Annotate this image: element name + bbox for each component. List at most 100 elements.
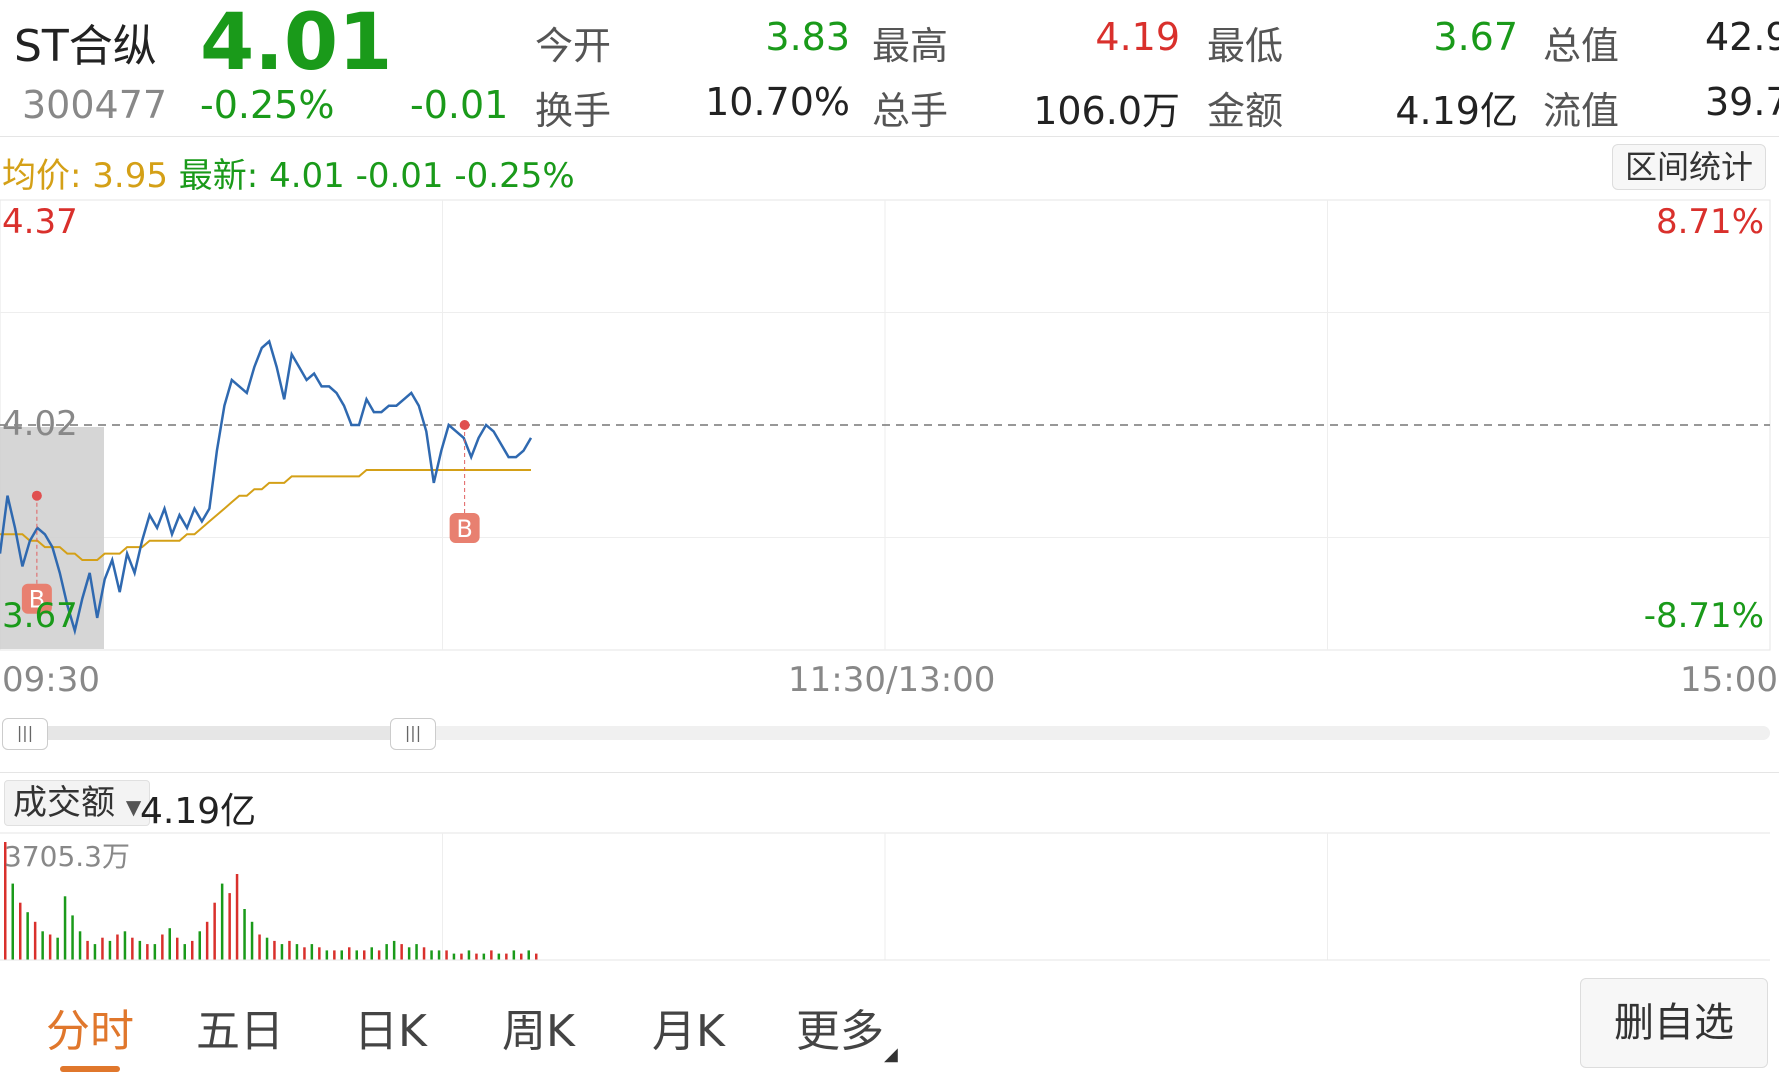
tab-more-label: 更多 bbox=[796, 1006, 884, 1057]
tab-five-day[interactable]: 五日 bbox=[196, 995, 284, 1059]
stat-value-total-hands: 106.0万 bbox=[1033, 89, 1180, 133]
volume-bar bbox=[348, 947, 351, 960]
volume-bar bbox=[243, 909, 246, 960]
volume-bar bbox=[41, 931, 44, 960]
x-start-label: 09:30 bbox=[2, 660, 100, 700]
avg-price-info: 均价: 3.95 最新: 4.01 -0.01 -0.25% bbox=[2, 148, 575, 197]
volume-bar bbox=[71, 915, 74, 960]
stat-label-float-value: 流值 bbox=[1543, 89, 1620, 133]
volume-bar bbox=[355, 950, 358, 960]
volume-bar bbox=[512, 950, 516, 960]
volume-bar bbox=[176, 937, 179, 960]
volume-bar bbox=[400, 944, 403, 960]
volume-bar bbox=[205, 921, 209, 960]
range-slider-left-handle[interactable]: ||| bbox=[2, 718, 48, 750]
latest-change: -0.01 bbox=[355, 156, 444, 196]
volume-bar bbox=[183, 944, 186, 960]
stat-label-turnover: 换手 bbox=[535, 89, 612, 133]
buy-marker-label: B bbox=[456, 515, 472, 543]
stock-price: 4.01 bbox=[200, 0, 393, 88]
volume-bar bbox=[452, 953, 456, 960]
volume-bar bbox=[535, 953, 538, 960]
range-slider-selected bbox=[10, 726, 410, 740]
volume-bar bbox=[168, 928, 171, 960]
volume-bar bbox=[527, 950, 530, 960]
volume-bar bbox=[11, 883, 14, 960]
volume-bar bbox=[370, 947, 373, 960]
tab-more[interactable]: 更多◢ bbox=[796, 995, 898, 1065]
avg-value: 3.95 bbox=[92, 156, 168, 196]
volume-bar bbox=[228, 893, 231, 960]
volume-chart: 3705.3万 bbox=[0, 832, 1770, 961]
stat-value-open: 3.83 bbox=[765, 15, 850, 59]
stat-value-turnover: 10.70% bbox=[705, 80, 850, 124]
volume-bar bbox=[318, 947, 321, 960]
volume-bar bbox=[220, 883, 224, 960]
volume-bar bbox=[198, 931, 201, 960]
tab-intraday[interactable]: 分时 bbox=[46, 995, 134, 1059]
volume-bar bbox=[138, 940, 142, 960]
volume-bar bbox=[415, 944, 418, 960]
volume-bar bbox=[475, 953, 478, 960]
avg-label: 均价: bbox=[2, 156, 82, 196]
range-stats-button[interactable]: 区间统计 bbox=[1612, 144, 1766, 190]
stat-label-total-hands: 总手 bbox=[872, 89, 949, 133]
volume-bar bbox=[333, 950, 336, 960]
volume-bar bbox=[407, 947, 411, 960]
pct-bottom-label: -8.71% bbox=[1644, 596, 1764, 636]
volume-total: 4.19亿 bbox=[140, 791, 257, 832]
volume-bar bbox=[153, 944, 157, 960]
change-pct: -0.25% bbox=[200, 83, 335, 127]
latest-label: 最新: bbox=[178, 156, 259, 196]
corner-arrow-icon: ◢ bbox=[884, 1044, 898, 1065]
tab-weekly-k[interactable]: 周K bbox=[502, 995, 575, 1059]
volume-bar bbox=[280, 944, 284, 960]
volume-bar bbox=[101, 937, 104, 960]
volume-bar bbox=[19, 902, 22, 960]
volume-bar bbox=[437, 950, 441, 960]
volume-bar bbox=[48, 934, 52, 960]
pct-top-label: 8.71% bbox=[1656, 202, 1764, 242]
volume-bar bbox=[123, 931, 127, 960]
volume-bar bbox=[93, 944, 97, 960]
volume-bar bbox=[191, 940, 194, 960]
intraday-price-chart[interactable]: BB 4.37 4.02 3.67 8.71% -8.71% bbox=[0, 195, 1779, 655]
volume-selector[interactable]: 成交额 ▼ bbox=[4, 780, 151, 826]
volume-bar bbox=[430, 950, 433, 960]
volume-bar bbox=[56, 937, 59, 960]
stat-label-open: 今开 bbox=[535, 24, 612, 68]
buy-marker-dot bbox=[31, 490, 42, 501]
volume-bar bbox=[250, 921, 254, 960]
volume-bar bbox=[78, 931, 82, 960]
y-bottom-label: 3.67 bbox=[2, 596, 78, 636]
volume-bar bbox=[303, 947, 306, 960]
change-value: -0.01 bbox=[410, 83, 509, 127]
range-slider-right-handle[interactable]: ||| bbox=[390, 718, 436, 750]
volume-bar bbox=[310, 944, 314, 960]
x-mid-label: 11:30/13:00 bbox=[788, 660, 996, 700]
volume-bar bbox=[295, 944, 299, 960]
volume-bar bbox=[392, 940, 396, 960]
stat-value-total-value: 42.9 bbox=[1705, 15, 1779, 59]
volume-bar bbox=[467, 950, 471, 960]
x-end-label: 15:00 bbox=[1680, 660, 1778, 700]
tab-monthly-k[interactable]: 月K bbox=[652, 995, 725, 1059]
volume-bar bbox=[445, 950, 448, 960]
volume-bar bbox=[288, 940, 291, 960]
stat-value-amount: 4.19亿 bbox=[1395, 89, 1518, 133]
tab-daily-k[interactable]: 日K bbox=[354, 995, 427, 1059]
volume-bar bbox=[490, 950, 493, 960]
stat-label-low: 最低 bbox=[1207, 24, 1284, 68]
slider-divider bbox=[0, 772, 1779, 773]
latest-pct: -0.25% bbox=[454, 156, 575, 196]
volume-bar bbox=[146, 944, 149, 960]
volume-bar bbox=[520, 953, 523, 960]
stat-label-amount: 金额 bbox=[1207, 89, 1284, 133]
stock-name: ST合纵 bbox=[14, 21, 157, 72]
remove-watchlist-button[interactable]: 删自选 bbox=[1580, 978, 1768, 1068]
volume-bar bbox=[340, 950, 343, 960]
volume-bar bbox=[26, 912, 29, 960]
stat-value-low: 3.67 bbox=[1433, 15, 1518, 59]
volume-bar bbox=[273, 940, 276, 960]
volume-bar bbox=[363, 950, 366, 960]
